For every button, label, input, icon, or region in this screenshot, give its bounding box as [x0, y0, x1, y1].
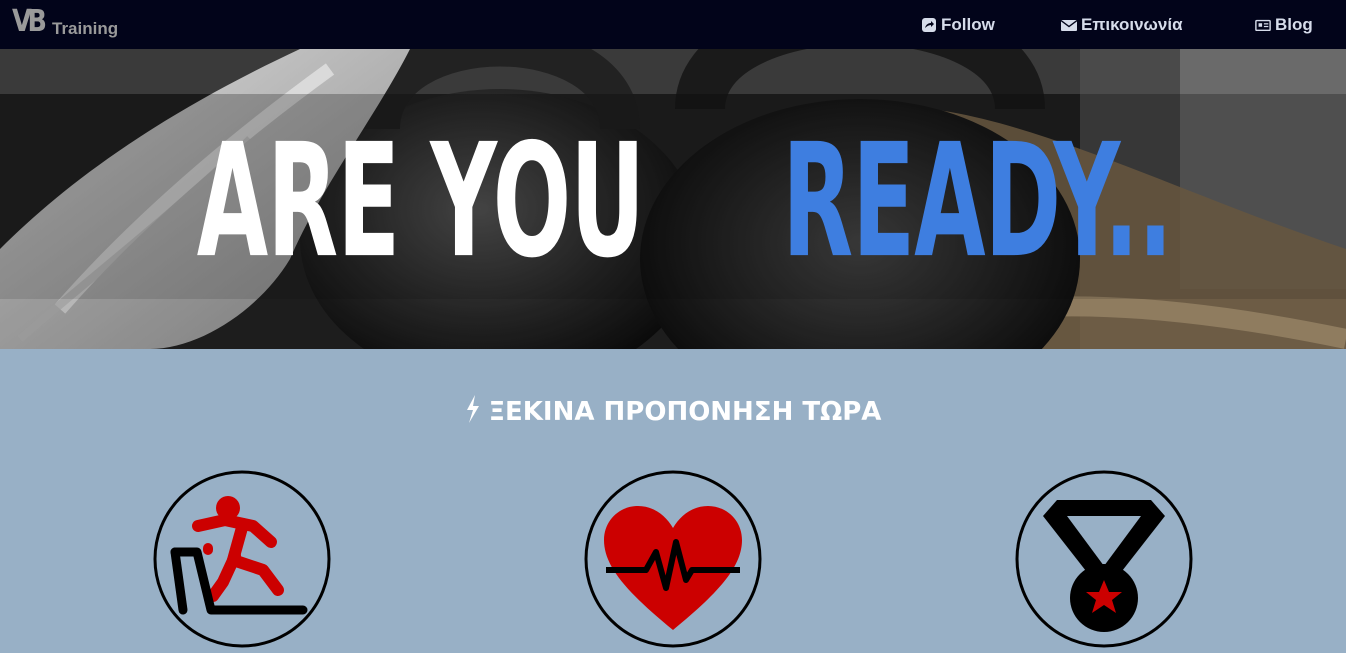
logo-mark: VB [12, 4, 47, 39]
brand-logo[interactable]: VB Training [12, 4, 127, 40]
newspaper-icon [1255, 17, 1271, 33]
hero-headline-blue: READY.. [782, 109, 1174, 292]
nav-follow[interactable]: Follow [921, 0, 995, 49]
navbar: VB Training Follow Επικοινωνία Blog [0, 0, 1346, 49]
treadmill-runner-icon [153, 470, 331, 648]
feature-medal[interactable] [1015, 470, 1193, 648]
medal-icon [1015, 470, 1193, 648]
share-icon [921, 17, 937, 33]
hero-headline: ARE YOU READY.. [0, 101, 1346, 301]
feature-heartbeat[interactable] [584, 470, 762, 648]
nav-blog-label: Blog [1275, 14, 1313, 34]
logo-text: Training [52, 19, 119, 38]
hero-headline-white: ARE YOU [196, 109, 644, 292]
envelope-icon [1061, 17, 1077, 33]
nav-contact[interactable]: Επικοινωνία [1061, 0, 1183, 49]
nav-follow-label: Follow [941, 14, 995, 34]
section-title: ΞΕΚΙΝΑ ΠΡΟΠΟΝΗΣΗ ΤΩΡΑ [0, 395, 1346, 430]
lightning-bolt-icon [465, 395, 481, 430]
hero-banner: ARE YOU READY.. [0, 49, 1346, 349]
nav-blog[interactable]: Blog [1255, 0, 1313, 49]
nav-contact-label: Επικοινωνία [1081, 14, 1183, 34]
feature-treadmill[interactable] [153, 470, 331, 648]
heartbeat-icon [584, 470, 762, 648]
section-title-text: ΞΕΚΙΝΑ ΠΡΟΠΟΝΗΣΗ ΤΩΡΑ [488, 397, 882, 427]
